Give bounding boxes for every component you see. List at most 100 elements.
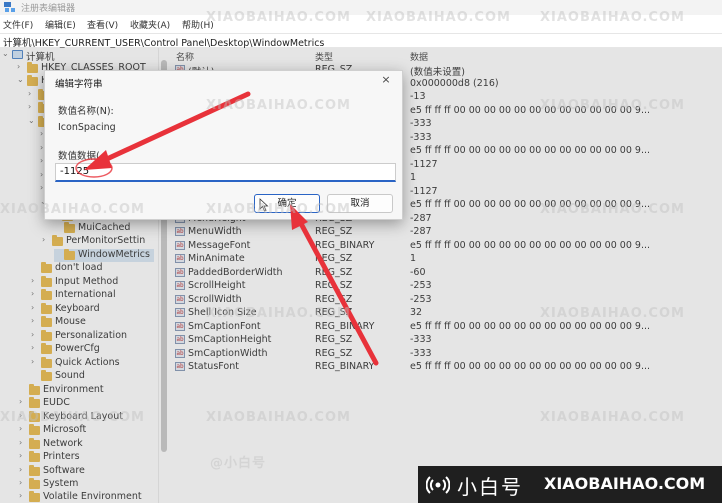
- menu-edit[interactable]: 编辑(E): [45, 18, 76, 31]
- value-data-cell: -13: [410, 91, 426, 102]
- string-value-icon: ab: [175, 294, 185, 304]
- value-type-cell: REG_SZ: [315, 266, 353, 278]
- tree-label: Software: [43, 465, 85, 476]
- collapse-icon[interactable]: ⌄: [28, 116, 36, 125]
- address-bar[interactable]: 计算机\HKEY_CURRENT_USER\Control Panel\Desk…: [0, 33, 722, 49]
- tree-item[interactable]: › Volatile Environment: [19, 491, 157, 503]
- table-row[interactable]: ab PaddedBorderWidth REG_SZ -60: [168, 266, 722, 280]
- expand-icon[interactable]: ›: [19, 424, 27, 433]
- expand-icon[interactable]: ›: [31, 276, 39, 285]
- expand-icon[interactable]: ›: [19, 451, 27, 460]
- expand-icon[interactable]: ›: [31, 357, 39, 366]
- edit-string-dialog: 编辑字符串 × 数值名称(N): IconSpacing 数值数据( -1125…: [44, 70, 403, 220]
- string-value-icon: ab: [175, 281, 185, 290]
- expand-icon[interactable]: ›: [31, 303, 39, 312]
- tree-root-computer[interactable]: ⌄ 计算机: [2, 49, 152, 63]
- table-row[interactable]: ab ScrollHeight REG_SZ -253: [168, 279, 722, 293]
- table-row[interactable]: ab SmCaptionWidth REG_SZ -333: [168, 347, 722, 361]
- tree-item[interactable]: › Software: [19, 465, 157, 478]
- tree-item[interactable]: › International: [31, 289, 157, 302]
- tree-label: Keyboard: [55, 303, 100, 314]
- column-header-data[interactable]: 数据: [410, 50, 428, 63]
- expand-icon[interactable]: ›: [19, 491, 27, 500]
- folder-icon: [41, 343, 52, 354]
- tree-item-windowmetrics[interactable]: WindowMetrics: [54, 249, 154, 262]
- tree-item[interactable]: › EUDC: [19, 397, 157, 410]
- string-value-icon: ab: [175, 227, 185, 236]
- tree-item[interactable]: › System: [19, 478, 157, 491]
- tree-label: System: [43, 478, 79, 489]
- tree-label: Printers: [43, 451, 80, 462]
- collapse-icon[interactable]: ⌄: [17, 75, 25, 84]
- tree-label: Mouse: [55, 316, 86, 327]
- table-row[interactable]: ab MinAnimate REG_SZ 1: [168, 252, 722, 266]
- tree-item[interactable]: › Network: [19, 438, 157, 451]
- tree-label: Sound: [55, 370, 85, 381]
- expand-icon[interactable]: ›: [28, 89, 36, 98]
- tree-label: Microsoft: [43, 424, 87, 435]
- tree-item[interactable]: › Input Method: [31, 276, 157, 289]
- cancel-button[interactable]: 取消: [327, 194, 393, 213]
- tree-item[interactable]: › Quick Actions: [31, 357, 157, 370]
- tree-item[interactable]: › Personalization: [31, 330, 157, 343]
- expand-icon[interactable]: ›: [31, 330, 39, 339]
- value-data-cell: e5 ff ff ff 00 00 00 00 00 00 00 00 00 0…: [410, 199, 651, 210]
- expand-icon[interactable]: ›: [42, 235, 50, 244]
- tree-label: Network: [43, 438, 83, 449]
- expand-icon[interactable]: ›: [28, 102, 36, 111]
- table-row[interactable]: ab SmCaptionHeight REG_SZ -333: [168, 333, 722, 347]
- expand-icon[interactable]: ›: [19, 438, 27, 447]
- tree-label: 计算机: [26, 52, 55, 63]
- expand-icon[interactable]: ›: [17, 62, 25, 71]
- tree-item[interactable]: › Keyboard Layout: [19, 411, 157, 424]
- value-name-cell: SmCaptionHeight: [188, 334, 272, 345]
- tree-item[interactable]: › Microsoft: [19, 424, 157, 437]
- value-data-cell: e5 ff ff ff 00 00 00 00 00 00 00 00 00 0…: [410, 145, 651, 156]
- folder-icon: [64, 249, 75, 260]
- expand-icon[interactable]: ›: [19, 478, 27, 487]
- table-row[interactable]: ab SmCaptionFont REG_BINARY e5 ff ff ff 00 …: [168, 320, 722, 334]
- tree-label: International: [55, 289, 116, 300]
- tree-item[interactable]: don't load: [31, 262, 157, 275]
- value-name-cell: ScrollHeight: [188, 280, 246, 291]
- brand-watermark: 小白号 XIAOBAIHAO.COM: [418, 466, 722, 503]
- column-header-name[interactable]: 名称: [176, 50, 194, 63]
- string-value-icon: ab: [175, 335, 185, 344]
- menu-help[interactable]: 帮助(H): [182, 18, 214, 31]
- menu-file[interactable]: 文件(F): [3, 18, 33, 31]
- tree-item[interactable]: › Printers: [19, 451, 157, 464]
- string-value-icon: ab: [175, 254, 185, 263]
- tree-item[interactable]: › Mouse: [31, 316, 157, 329]
- value-type-cell: REG_BINARY: [315, 320, 375, 332]
- table-row[interactable]: ab MenuWidth REG_SZ -287: [168, 225, 722, 239]
- collapse-icon[interactable]: ⌄: [2, 49, 10, 58]
- tree-label: Personalization: [55, 330, 128, 341]
- table-row[interactable]: ab MessageFont REG_BINARY e5 ff ff ff 00 00…: [168, 239, 722, 253]
- value-data-input[interactable]: -1125: [55, 163, 396, 182]
- expand-icon[interactable]: ›: [19, 397, 27, 406]
- tree-item-muicached[interactable]: MuiCached: [54, 222, 158, 235]
- expand-icon[interactable]: ›: [31, 343, 39, 352]
- address-path[interactable]: 计算机\HKEY_CURRENT_USER\Control Panel\Desk…: [3, 35, 324, 49]
- table-row[interactable]: ab ScrollWidth REG_SZ -253: [168, 293, 722, 307]
- tree-item[interactable]: › PowerCfg: [31, 343, 157, 356]
- expand-icon[interactable]: ›: [31, 289, 39, 298]
- table-row[interactable]: ab Shell Icon Size REG_SZ 32: [168, 306, 722, 320]
- expand-icon[interactable]: ›: [19, 411, 27, 420]
- tree-item[interactable]: › Keyboard: [31, 303, 157, 316]
- expand-icon[interactable]: ›: [19, 465, 27, 474]
- folder-icon: [41, 303, 52, 314]
- column-header-type[interactable]: 类型: [315, 50, 333, 63]
- tree-item-permonitorsettings[interactable]: › PerMonitorSettin: [42, 235, 158, 248]
- menu-favorites[interactable]: 收藏夹(A): [130, 18, 170, 31]
- folder-icon: [29, 438, 40, 449]
- table-row[interactable]: ab StatusFont REG_BINARY e5 ff ff ff 00 00 …: [168, 360, 722, 374]
- tree-label: PerMonitorSettin: [66, 235, 146, 246]
- tree-item[interactable]: Sound: [31, 370, 157, 383]
- folder-icon: [41, 262, 52, 273]
- close-button[interactable]: ×: [376, 73, 396, 87]
- expand-icon[interactable]: ›: [31, 316, 39, 325]
- menu-view[interactable]: 查看(V): [87, 18, 118, 31]
- tree-item[interactable]: Environment: [19, 384, 157, 397]
- value-data-cell: -60: [410, 266, 426, 278]
